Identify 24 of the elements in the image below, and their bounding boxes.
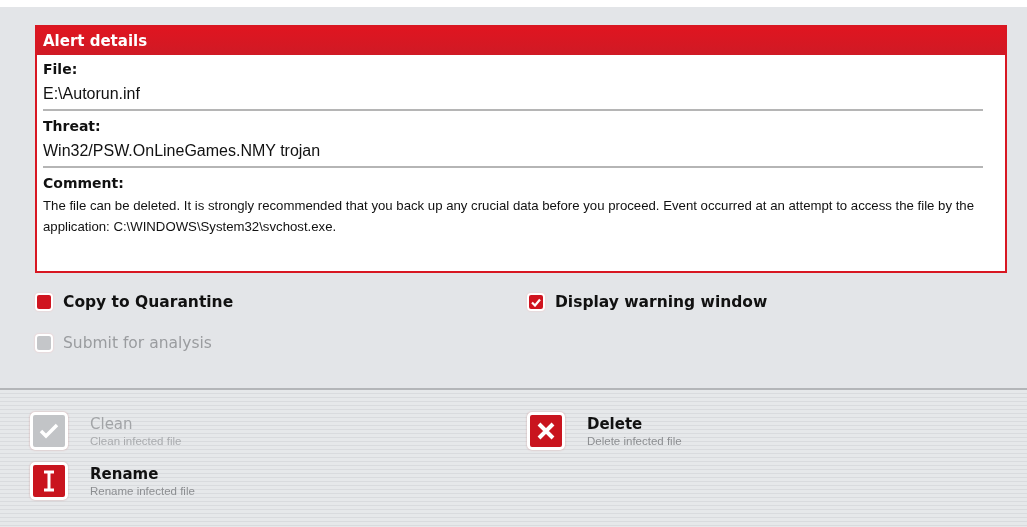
action-button[interactable] — [527, 412, 565, 450]
close-icon — [537, 422, 555, 440]
action-title: Rename — [90, 463, 160, 484]
comment-text: The file can be deleted. It is strongly recommended that you back up any crucial data before you proceed. Event occurred at an attempt to access the file by the application: C:\WINDOWS\System32\svchost.exe. — [43, 197, 975, 236]
action-title: Delete — [587, 413, 644, 434]
checkbox-label: Copy to Quarantine — [63, 293, 234, 311]
panel-title: Alert details — [37, 27, 1005, 55]
checkbox[interactable] — [527, 293, 545, 311]
action-description: Clean infected file — [90, 433, 182, 449]
action-description: Delete infected file — [587, 433, 682, 449]
checkbox-label: Display warning window — [555, 293, 768, 311]
action-title: Clean — [90, 413, 134, 434]
field-label: Threat: — [43, 117, 102, 136]
action-description: Rename infected file — [90, 483, 195, 499]
field-value: Win32/PSW.OnLineGames.NMY trojan — [43, 141, 322, 161]
field-value: E:\Autorun.inf — [43, 84, 141, 104]
check-icon — [39, 423, 59, 439]
action-button[interactable] — [30, 462, 68, 500]
field-label: File: — [43, 60, 79, 79]
checkbox-label: Submit for analysis — [63, 334, 212, 352]
field-label: Comment: — [43, 174, 125, 193]
check-icon — [531, 297, 541, 307]
text-cursor-icon — [43, 470, 55, 492]
checkbox[interactable] — [35, 293, 53, 311]
